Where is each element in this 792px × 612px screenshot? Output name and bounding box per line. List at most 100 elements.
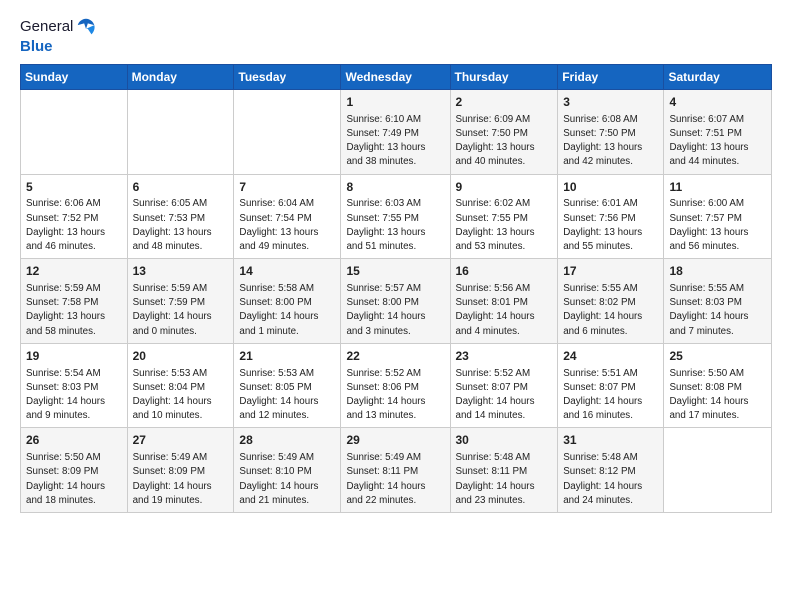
day-info: Sunrise: 6:04 AMSunset: 7:54 PMDaylight:…: [239, 197, 335, 254]
day-number: 25: [669, 348, 766, 365]
day-info: Sunrise: 5:49 AMSunset: 8:10 PMDaylight:…: [239, 451, 335, 508]
day-number: 11: [669, 179, 766, 196]
day-info: Sunrise: 5:52 AMSunset: 8:07 PMDaylight:…: [456, 367, 553, 424]
empty-cell: [234, 90, 341, 175]
day-cell-22: 22Sunrise: 5:52 AMSunset: 8:06 PMDayligh…: [341, 343, 450, 428]
day-cell-4: 4 Sunrise: 6:07 AMSunset: 7:51 PMDaylight…: [664, 90, 772, 175]
day-header-wednesday: Wednesday: [341, 65, 450, 90]
day-number: 1: [346, 94, 444, 111]
day-info: Sunrise: 6:07 AMSunset: 7:51 PMDaylight:…: [669, 113, 766, 170]
day-cell-18: 18Sunrise: 5:55 AMSunset: 8:03 PMDayligh…: [664, 259, 772, 344]
week-row-1: 1Sunrise: 6:10 AMSunset: 7:49 PMDaylight…: [21, 90, 772, 175]
day-number: 14: [239, 263, 335, 280]
week-row-3: 12 Sunrise: 5:59 AMSunset: 7:58 PMDayligh…: [21, 259, 772, 344]
day-cell-2: 2Sunrise: 6:09 AMSunset: 7:50 PMDaylight…: [450, 90, 558, 175]
day-info: Sunrise: 5:54 AMSunset: 8:03 PMDaylight:…: [26, 367, 122, 424]
day-cell-13: 13Sunrise: 5:59 AMSunset: 7:59 PMDayligh…: [127, 259, 234, 344]
day-number: 10: [563, 179, 658, 196]
day-cell-14: 14Sunrise: 5:58 AMSunset: 8:00 PMDayligh…: [234, 259, 341, 344]
day-number: 23: [456, 348, 553, 365]
day-cell-5: 5Sunrise: 6:06 AMSunset: 7:52 PMDaylight…: [21, 174, 128, 259]
day-cell-24: 24 Sunrise: 5:51 AMSunset: 8:07 PMDayligh…: [558, 343, 664, 428]
day-number: 5: [26, 179, 122, 196]
calendar-body: 1Sunrise: 6:10 AMSunset: 7:49 PMDaylight…: [21, 90, 772, 513]
empty-cell: [127, 90, 234, 175]
day-info: Sunrise: 5:55 AMSunset: 8:02 PMDaylight:…: [563, 282, 658, 339]
day-info: Sunrise: 5:49 AMSunset: 8:11 PMDaylight:…: [346, 451, 444, 508]
day-number: 20: [133, 348, 229, 365]
day-info: Sunrise: 6:00 AMSunset: 7:57 PMDaylight:…: [669, 197, 766, 254]
day-cell-31: 31 Sunrise: 5:48 AMSunset: 8:12 PMDayligh…: [558, 428, 664, 513]
day-number: 7: [239, 179, 335, 196]
day-cell-26: 26 Sunrise: 5:50 AMSunset: 8:09 PMDayligh…: [21, 428, 128, 513]
day-header-friday: Friday: [558, 65, 664, 90]
day-number: 28: [239, 432, 335, 449]
day-number: 4: [669, 94, 766, 111]
day-header-tuesday: Tuesday: [234, 65, 341, 90]
day-cell-20: 20Sunrise: 5:53 AMSunset: 8:04 PMDayligh…: [127, 343, 234, 428]
logo: General Blue: [20, 16, 97, 56]
day-cell-23: 23 Sunrise: 5:52 AMSunset: 8:07 PMDayligh…: [450, 343, 558, 428]
calendar-table: SundayMondayTuesdayWednesdayThursdayFrid…: [20, 64, 772, 513]
day-number: 8: [346, 179, 444, 196]
day-info: Sunrise: 5:57 AMSunset: 8:00 PMDaylight:…: [346, 282, 444, 339]
day-number: 18: [669, 263, 766, 280]
day-cell-12: 12 Sunrise: 5:59 AMSunset: 7:58 PMDayligh…: [21, 259, 128, 344]
day-header-saturday: Saturday: [664, 65, 772, 90]
day-info: Sunrise: 5:53 AMSunset: 8:05 PMDaylight:…: [239, 367, 335, 424]
day-number: 9: [456, 179, 553, 196]
day-info: Sunrise: 6:05 AMSunset: 7:53 PMDaylight:…: [133, 197, 229, 254]
day-of-week-row: SundayMondayTuesdayWednesdayThursdayFrid…: [21, 65, 772, 90]
empty-cell: [21, 90, 128, 175]
day-info: Sunrise: 5:59 AMSunset: 7:58 PMDaylight:…: [26, 282, 122, 339]
day-cell-27: 27Sunrise: 5:49 AMSunset: 8:09 PMDayligh…: [127, 428, 234, 513]
day-number: 3: [563, 94, 658, 111]
day-cell-3: 3 Sunrise: 6:08 AMSunset: 7:50 PMDaylight…: [558, 90, 664, 175]
week-row-2: 5Sunrise: 6:06 AMSunset: 7:52 PMDaylight…: [21, 174, 772, 259]
day-number: 19: [26, 348, 122, 365]
day-cell-7: 7Sunrise: 6:04 AMSunset: 7:54 PMDaylight…: [234, 174, 341, 259]
day-info: Sunrise: 5:48 AMSunset: 8:12 PMDaylight:…: [563, 451, 658, 508]
day-cell-1: 1Sunrise: 6:10 AMSunset: 7:49 PMDaylight…: [341, 90, 450, 175]
day-info: Sunrise: 6:02 AMSunset: 7:55 PMDaylight:…: [456, 197, 553, 254]
day-header-monday: Monday: [127, 65, 234, 90]
empty-cell: [664, 428, 772, 513]
day-number: 21: [239, 348, 335, 365]
day-cell-11: 11Sunrise: 6:00 AMSunset: 7:57 PMDayligh…: [664, 174, 772, 259]
day-cell-16: 16Sunrise: 5:56 AMSunset: 8:01 PMDayligh…: [450, 259, 558, 344]
day-cell-25: 25 Sunrise: 5:50 AMSunset: 8:08 PMDayligh…: [664, 343, 772, 428]
day-number: 13: [133, 263, 229, 280]
day-info: Sunrise: 6:03 AMSunset: 7:55 PMDaylight:…: [346, 197, 444, 254]
day-cell-15: 15Sunrise: 5:57 AMSunset: 8:00 PMDayligh…: [341, 259, 450, 344]
day-number: 6: [133, 179, 229, 196]
week-row-4: 19 Sunrise: 5:54 AMSunset: 8:03 PMDayligh…: [21, 343, 772, 428]
day-number: 30: [456, 432, 553, 449]
day-number: 29: [346, 432, 444, 449]
day-cell-9: 9Sunrise: 6:02 AMSunset: 7:55 PMDaylight…: [450, 174, 558, 259]
day-info: Sunrise: 6:08 AMSunset: 7:50 PMDaylight:…: [563, 113, 658, 170]
day-info: Sunrise: 5:51 AMSunset: 8:07 PMDaylight:…: [563, 367, 658, 424]
day-number: 17: [563, 263, 658, 280]
day-number: 22: [346, 348, 444, 365]
day-cell-19: 19 Sunrise: 5:54 AMSunset: 8:03 PMDayligh…: [21, 343, 128, 428]
logo-text-blue: Blue: [20, 38, 53, 56]
day-number: 2: [456, 94, 553, 111]
header: General Blue: [20, 16, 772, 56]
day-info: Sunrise: 6:06 AMSunset: 7:52 PMDaylight:…: [26, 197, 122, 254]
day-cell-10: 10Sunrise: 6:01 AMSunset: 7:56 PMDayligh…: [558, 174, 664, 259]
day-header-sunday: Sunday: [21, 65, 128, 90]
day-cell-30: 30Sunrise: 5:48 AMSunset: 8:11 PMDayligh…: [450, 428, 558, 513]
day-number: 26: [26, 432, 122, 449]
day-cell-8: 8Sunrise: 6:03 AMSunset: 7:55 PMDaylight…: [341, 174, 450, 259]
day-info: Sunrise: 5:50 AMSunset: 8:08 PMDaylight:…: [669, 367, 766, 424]
day-info: Sunrise: 6:01 AMSunset: 7:56 PMDaylight:…: [563, 197, 658, 254]
day-header-thursday: Thursday: [450, 65, 558, 90]
week-row-5: 26 Sunrise: 5:50 AMSunset: 8:09 PMDayligh…: [21, 428, 772, 513]
day-number: 24: [563, 348, 658, 365]
day-info: Sunrise: 5:50 AMSunset: 8:09 PMDaylight:…: [26, 451, 122, 508]
day-number: 12: [26, 263, 122, 280]
day-number: 27: [133, 432, 229, 449]
day-number: 31: [563, 432, 658, 449]
logo-icon: [75, 16, 97, 38]
day-info: Sunrise: 5:56 AMSunset: 8:01 PMDaylight:…: [456, 282, 553, 339]
